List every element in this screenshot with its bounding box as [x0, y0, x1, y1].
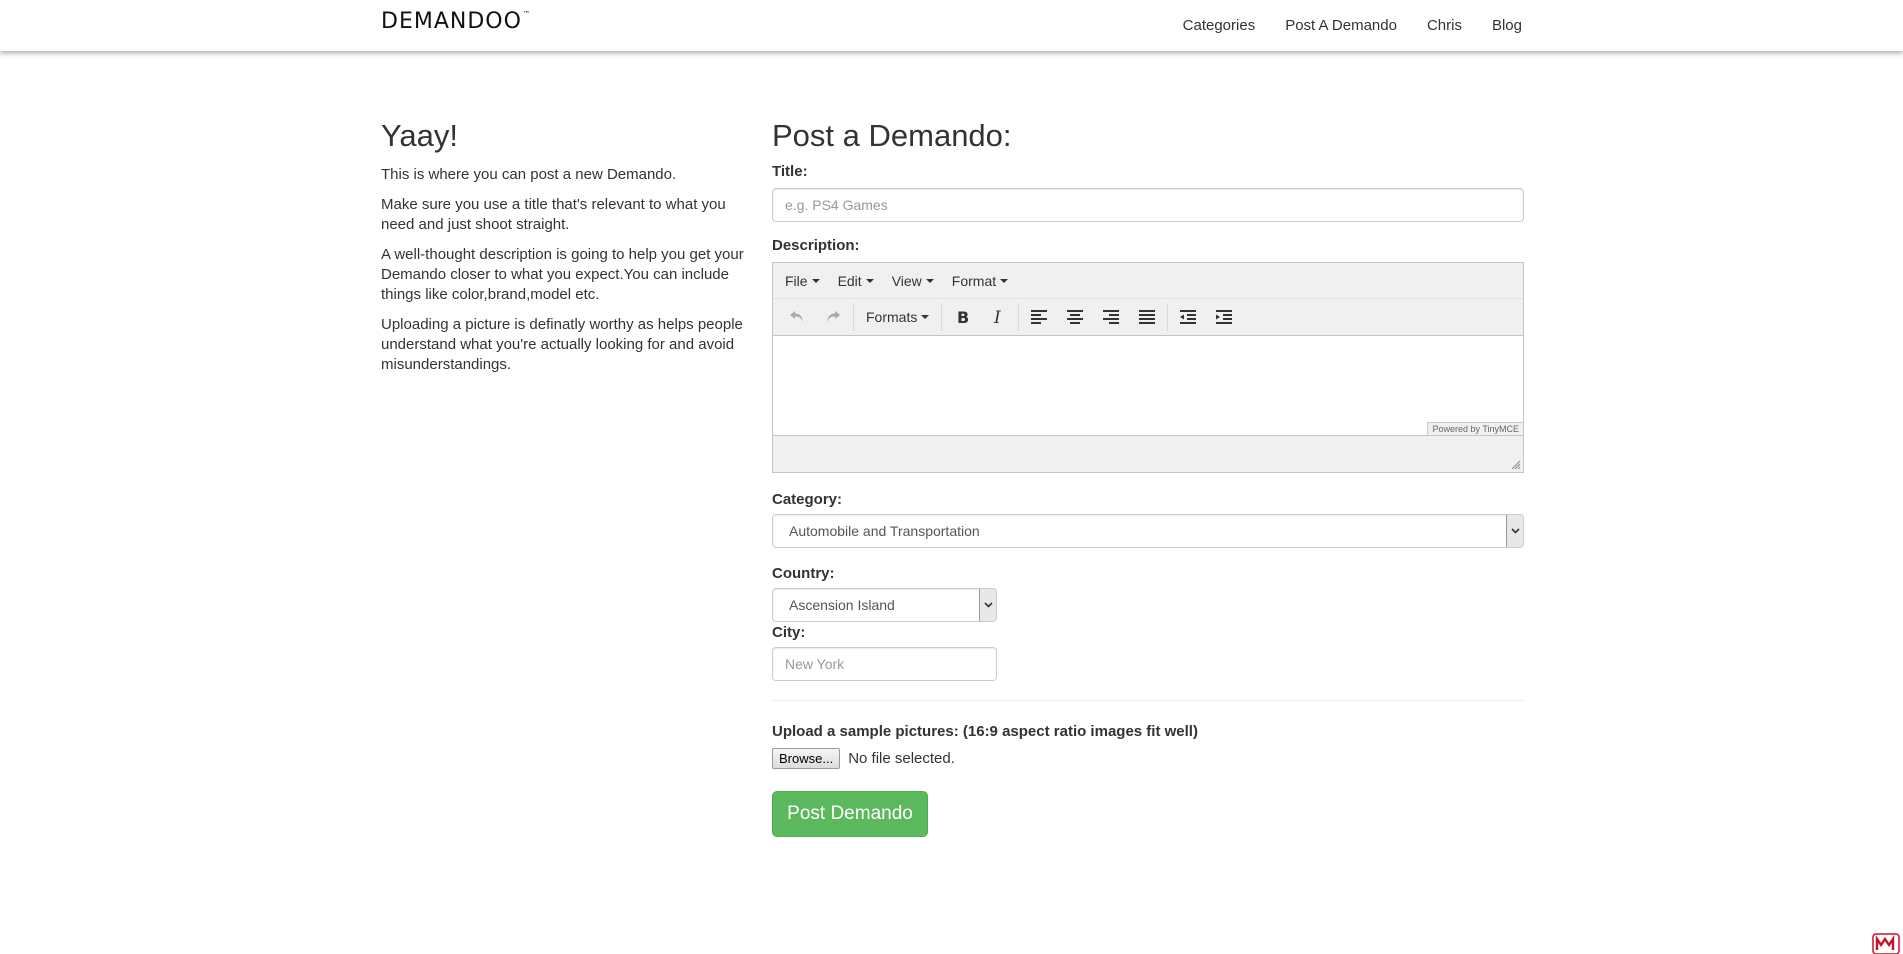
post-demando-button[interactable]: Post Demando [772, 791, 928, 837]
formats-label: Formats [866, 309, 918, 325]
bold-button[interactable]: B [944, 302, 980, 332]
category-label: Category: [772, 491, 843, 508]
bold-icon: B [957, 309, 969, 325]
formats-dropdown[interactable]: Formats [856, 302, 939, 332]
menu-view-label: View [891, 272, 922, 289]
rich-text-editor: File Edit View Format Formats B I Powere… [772, 262, 1524, 473]
logo-text: DEMANDOO [381, 9, 522, 34]
indent-button[interactable] [1206, 302, 1242, 332]
nav-user-chris[interactable]: Chris [1427, 17, 1462, 34]
title-input[interactable] [772, 188, 1524, 222]
menu-edit[interactable]: Edit [838, 273, 874, 289]
menu-file-label: File [785, 272, 808, 289]
undo-button[interactable] [779, 302, 815, 332]
undo-icon [790, 311, 803, 322]
editor-menubar: File Edit View Format [773, 263, 1523, 299]
toolbar-divider [1167, 303, 1169, 331]
menu-format[interactable]: Format [951, 272, 1009, 289]
intro-paragraph: A well-thought description is going to h… [381, 246, 744, 303]
editor-content-area[interactable]: Powered by TinyMCE [773, 336, 1523, 436]
country-selected-value: Ascension Island [789, 597, 895, 613]
form-heading: Post a Demando: [772, 118, 1012, 153]
category-selected-value: Automobile and Transportation [789, 523, 980, 539]
caret-down-icon [1000, 278, 1009, 283]
file-upload-control: Browse... No file selected. [772, 748, 955, 769]
toolbar-divider [853, 303, 854, 331]
svg-text:B: B [957, 309, 969, 325]
italic-icon: I [993, 309, 1001, 325]
nav-links: Categories Post A Demando Chris Blog [1153, 0, 1522, 51]
section-divider [772, 700, 1524, 701]
nav-categories[interactable]: Categories [1183, 17, 1256, 34]
align-left-button[interactable] [1021, 302, 1057, 332]
caret-down-icon [865, 278, 874, 283]
post-demando-form: Post a Demando: Title: Description: File… [772, 118, 1524, 848]
outdent-icon [1180, 310, 1197, 324]
caret-down-icon [921, 315, 930, 319]
browse-button[interactable]: Browse... [772, 748, 841, 769]
align-center-button[interactable] [1057, 302, 1093, 332]
chevron-down-icon [1510, 528, 1520, 534]
redo-icon [827, 311, 840, 322]
city-input[interactable] [772, 647, 997, 681]
intro-panel: Yaay! This is where you can post a new D… [381, 118, 751, 385]
trademark-mark: ™ [522, 10, 531, 18]
svg-text:I: I [993, 309, 1001, 325]
intro-paragraph: Uploading a picture is definatly worthy … [381, 316, 743, 373]
align-justify-icon [1139, 310, 1156, 324]
indent-icon [1216, 310, 1233, 324]
nav-post-demando[interactable]: Post A Demando [1285, 17, 1397, 34]
chevron-down-icon [983, 602, 993, 608]
city-label: City: [772, 624, 806, 641]
italic-button[interactable]: I [980, 302, 1016, 332]
powered-by-tinymce[interactable]: Powered by TinyMCE [1427, 422, 1523, 435]
toolbar-divider [1018, 303, 1020, 331]
resize-handle-icon[interactable] [1511, 460, 1521, 470]
align-left-icon [1031, 310, 1048, 324]
description-label: Description: [772, 237, 860, 254]
category-dropdown-button[interactable] [1506, 515, 1523, 547]
menu-view[interactable]: View [892, 273, 934, 289]
align-right-button[interactable] [1093, 302, 1129, 332]
country-select[interactable]: Ascension Island [772, 588, 997, 622]
menu-edit-label: Edit [837, 272, 862, 289]
intro-paragraph: Make sure you use a title that's relevan… [381, 196, 726, 233]
intro-paragraph: This is where you can post a new Demando… [381, 166, 677, 183]
country-label: Country: [772, 565, 835, 582]
editor-statusbar [773, 435, 1523, 472]
redo-button[interactable] [815, 302, 851, 332]
brand-logo[interactable]: DEMANDOO ™ [381, 10, 531, 34]
editor-toolbar: Formats B I [773, 299, 1523, 336]
caret-down-icon [811, 278, 820, 283]
menu-format-label: Format [951, 272, 997, 289]
intro-heading: Yaay! [381, 118, 458, 153]
file-status-text: No file selected. [848, 750, 955, 767]
upload-label: Upload a sample pictures: (16:9 aspect r… [772, 723, 1198, 740]
outdent-button[interactable] [1170, 302, 1206, 332]
country-dropdown-button[interactable] [979, 589, 996, 621]
caret-down-icon [925, 278, 934, 283]
align-right-icon [1103, 310, 1120, 324]
title-label: Title: [772, 163, 808, 180]
align-center-icon [1067, 310, 1084, 324]
align-justify-button[interactable] [1129, 302, 1165, 332]
mcafee-icon[interactable] [1872, 932, 1900, 954]
nav-blog[interactable]: Blog [1492, 17, 1522, 34]
toolbar-divider [941, 303, 943, 331]
top-navbar: DEMANDOO ™ Categories Post A Demando Chri… [0, 0, 1903, 51]
category-select[interactable]: Automobile and Transportation [772, 514, 1524, 548]
menu-file[interactable]: File [785, 273, 820, 289]
